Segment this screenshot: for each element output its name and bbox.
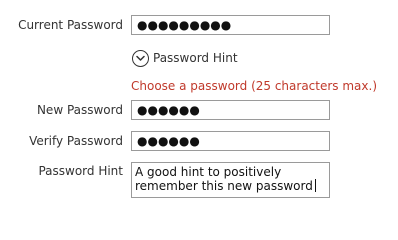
password-hint-line-2-wrap: remember this new password <box>135 179 326 193</box>
password-hint-label: Password Hint <box>38 164 123 178</box>
password-help-message: Choose a password (25 characters max.) <box>131 79 378 93</box>
chevron-down-circle-icon <box>132 49 149 67</box>
text-caret <box>314 179 316 192</box>
verify-password-value: ●●●●●● <box>137 134 200 148</box>
new-password-value: ●●●●●● <box>137 103 200 117</box>
new-password-label: New Password <box>36 103 123 117</box>
password-hint-line-2: remember this new password <box>135 179 313 193</box>
new-password-input[interactable]: ●●●●●● <box>131 100 330 120</box>
verify-password-input[interactable]: ●●●●●● <box>131 131 330 151</box>
password-hint-line-1: A good hint to positively <box>135 165 282 179</box>
password-hint-toggle-label: Password Hint <box>153 51 238 65</box>
current-password-value: ●●●●●●●●● <box>137 18 232 32</box>
password-hint-textarea[interactable]: A good hint to positively remember this … <box>131 162 330 198</box>
current-password-input[interactable]: ●●●●●●●●● <box>131 15 330 35</box>
verify-password-label: Verify Password <box>29 134 123 148</box>
password-hint-toggle[interactable]: Password Hint <box>132 48 238 68</box>
current-password-label: Current Password <box>18 18 123 32</box>
